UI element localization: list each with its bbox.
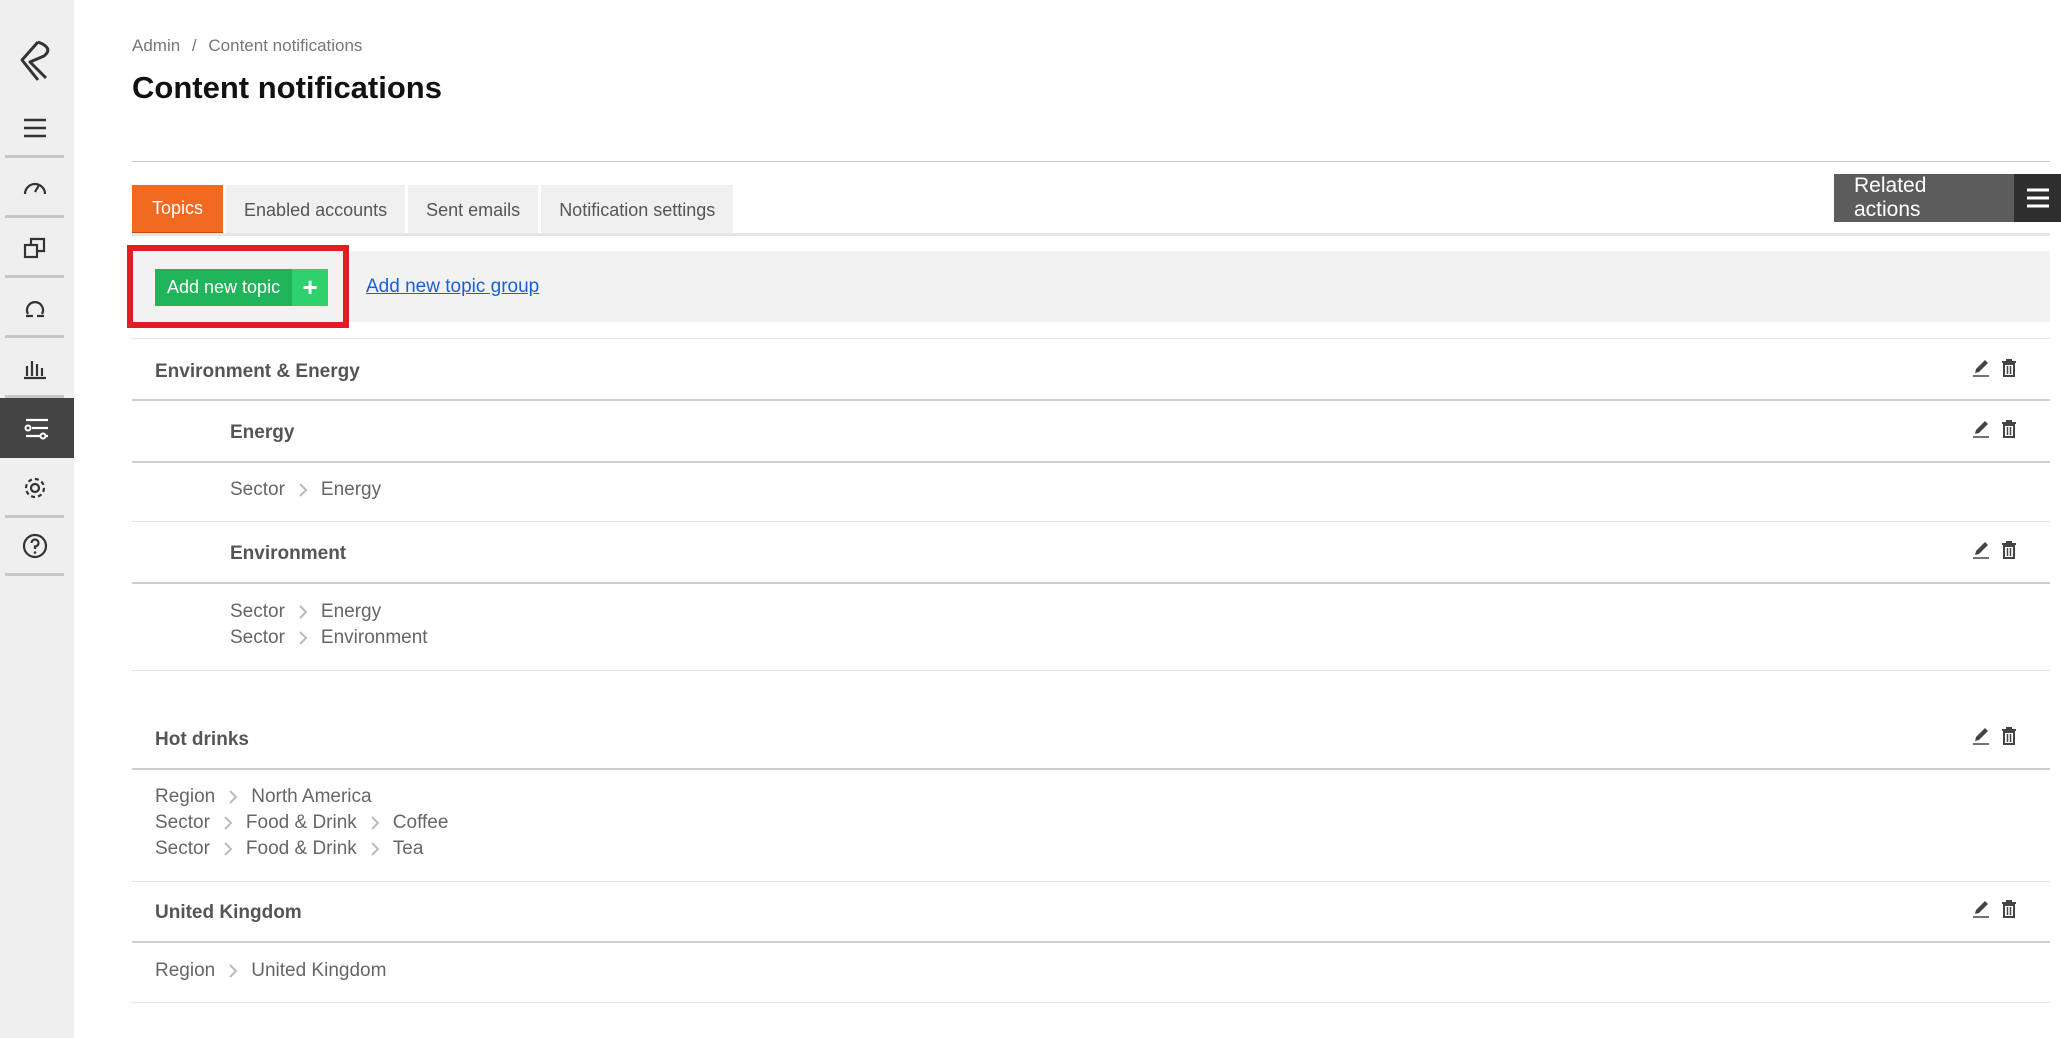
breadcrumb-admin[interactable]: Admin [132, 36, 180, 55]
delete-trash-icon[interactable] [2000, 419, 2018, 439]
hamburger-icon [2014, 174, 2061, 222]
topic-path: Sector Energy [230, 479, 381, 501]
chevron-right-icon [371, 816, 380, 830]
path-segment: Sector [230, 601, 285, 622]
tab-sent-emails[interactable]: Sent emails [408, 185, 539, 236]
chevron-right-icon [229, 964, 238, 978]
delete-trash-icon[interactable] [2000, 358, 2018, 378]
tab-enabled-accounts[interactable]: Enabled accounts [226, 185, 406, 236]
topic-path: Sector Environment [230, 627, 428, 649]
topic-path: Sector Food & Drink Coffee [155, 812, 448, 834]
menu-icon[interactable] [5, 100, 64, 158]
path-segment: Sector [230, 479, 285, 500]
row-divider [132, 399, 2050, 401]
delete-trash-icon[interactable] [2000, 726, 2018, 746]
path-segment: North America [251, 786, 372, 807]
chevron-right-icon [224, 842, 233, 856]
add-new-topic-group-link[interactable]: Add new topic group [366, 276, 539, 298]
chevron-right-icon [299, 631, 308, 645]
topic-path: Sector Energy [230, 601, 381, 623]
delete-trash-icon[interactable] [2000, 899, 2018, 919]
content-windows-icon[interactable] [5, 220, 64, 278]
tab-topics[interactable]: Topics [132, 185, 224, 236]
path-segment: Food & Drink [245, 838, 357, 859]
path-segment: Energy [320, 601, 382, 622]
breadcrumb-separator: / [191, 36, 197, 55]
path-segment: Region [155, 786, 216, 807]
row-divider [132, 338, 2050, 339]
row-divider [132, 768, 2050, 770]
topic-path: Region United Kingdom [155, 960, 386, 982]
row-divider [132, 881, 2050, 882]
edit-pencil-icon[interactable] [1972, 540, 1990, 560]
tab-bar: Topics Enabled accounts Sent emails Noti… [132, 185, 736, 236]
edit-pencil-icon[interactable] [1972, 899, 1990, 919]
path-segment: Food & Drink [245, 812, 357, 833]
row-divider [132, 670, 2050, 671]
topic-path: Sector Food & Drink Tea [155, 838, 423, 860]
path-segment: Tea [392, 838, 424, 859]
group-title-united-kingdom: United Kingdom [155, 902, 302, 923]
path-segment: Environment [320, 627, 428, 648]
path-segment: United Kingdom [251, 960, 387, 981]
chevron-right-icon [299, 483, 308, 497]
app-logo-icon[interactable] [16, 38, 56, 86]
topic-title-energy: Energy [230, 422, 295, 443]
help-icon[interactable] [5, 518, 64, 576]
path-segment: Coffee [392, 812, 449, 833]
path-segment: Sector [155, 812, 210, 833]
row-divider [132, 461, 2050, 463]
search-lens-icon[interactable] [5, 280, 64, 338]
header-divider [132, 161, 2050, 162]
chevron-right-icon [299, 605, 308, 619]
tabs-underline [132, 233, 2050, 236]
group-title-environment-energy: Environment & Energy [155, 361, 360, 382]
add-new-topic-button[interactable]: Add new topic + [155, 269, 329, 306]
chevron-right-icon [371, 842, 380, 856]
row-actions [1972, 419, 2018, 439]
edit-pencil-icon[interactable] [1972, 726, 1990, 746]
chevron-right-icon [224, 816, 233, 830]
tab-notification-settings[interactable]: Notification settings [541, 185, 734, 236]
chevron-right-icon [229, 790, 238, 804]
row-divider [132, 1002, 2050, 1003]
path-segment: Sector [155, 838, 210, 859]
add-new-topic-label: Add new topic [167, 277, 281, 297]
row-divider [132, 582, 2050, 584]
gear-icon[interactable] [5, 460, 64, 518]
page-title: Content notifications [132, 70, 442, 105]
path-segment: Sector [230, 627, 285, 648]
admin-settings-list-icon[interactable] [0, 398, 74, 458]
group-title-hot-drinks: Hot drinks [155, 729, 249, 750]
row-divider [132, 521, 2050, 522]
topic-title-environment: Environment [230, 543, 347, 564]
row-actions [1972, 540, 2018, 560]
related-actions-label: Related actions [1834, 174, 2015, 222]
topic-path: Region North America [155, 786, 372, 808]
edit-pencil-icon[interactable] [1972, 358, 1990, 378]
row-actions [1972, 899, 2018, 919]
breadcrumb-current: Content notifications [208, 36, 363, 55]
row-actions [1972, 358, 2018, 378]
path-segment: Energy [320, 479, 382, 500]
analytics-bars-icon[interactable] [5, 340, 64, 398]
dashboard-gauge-icon[interactable] [5, 160, 64, 218]
row-divider [132, 941, 2050, 943]
path-segment: Region [155, 960, 216, 981]
related-actions-button[interactable]: Related actions [1834, 174, 2061, 222]
delete-trash-icon[interactable] [2000, 540, 2018, 560]
breadcrumb: Admin / Content notifications [132, 36, 362, 56]
row-actions [1972, 726, 2018, 746]
sidebar [0, 0, 74, 1038]
plus-icon: + [292, 269, 329, 306]
edit-pencil-icon[interactable] [1972, 419, 1990, 439]
